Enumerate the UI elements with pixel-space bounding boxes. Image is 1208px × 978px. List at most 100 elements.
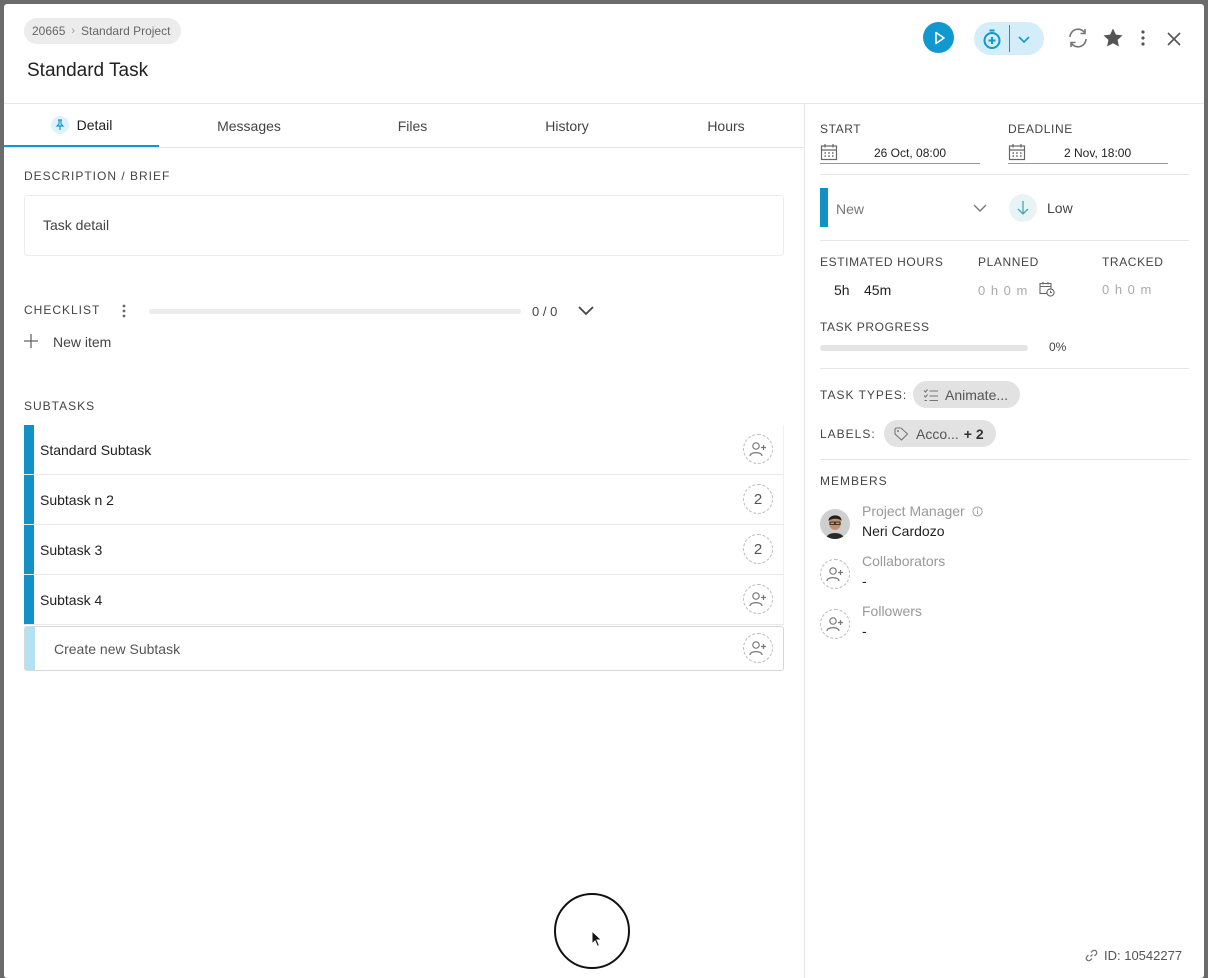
- add-collaborator-button[interactable]: [820, 559, 850, 589]
- tab-messages-label: Messages: [217, 118, 281, 134]
- task-progress-bar: [820, 345, 1028, 351]
- refresh-button[interactable]: [1066, 26, 1090, 50]
- task-modal: 20665 › Standard Project Standard Task D…: [4, 4, 1204, 978]
- deadline-date-value: 2 Nov, 18:00: [1064, 145, 1132, 160]
- estimated-hours-label: ESTIMATED HOURS: [820, 255, 944, 269]
- calendar-icon: [1008, 144, 1026, 161]
- estimated-minutes-value[interactable]: 45m: [864, 282, 891, 298]
- subtask-row[interactable]: Standard Subtask: [24, 425, 784, 475]
- add-timer-icon[interactable]: [981, 28, 1003, 55]
- info-icon[interactable]: [972, 506, 983, 517]
- checklist-count: 0 / 0: [532, 304, 558, 319]
- play-button[interactable]: [923, 22, 954, 53]
- tracked-value: 0 h 0 m: [1102, 282, 1153, 297]
- tab-history[interactable]: History: [492, 104, 642, 148]
- task-type-value: Animate...: [945, 386, 1009, 403]
- assignee-count-badge[interactable]: 2: [743, 484, 773, 514]
- close-button[interactable]: [1164, 29, 1184, 49]
- subtask-list: Standard Subtask Subtask n 2 2 Subtask 3…: [24, 425, 784, 671]
- deadline-label: DEADLINE: [1008, 122, 1073, 136]
- subtask-name[interactable]: Subtask 4: [40, 592, 102, 608]
- refresh-icon: [1069, 28, 1087, 48]
- checklist-label: CHECKLIST: [24, 303, 101, 317]
- tab-files[interactable]: Files: [339, 104, 486, 148]
- description-label: DESCRIPTION / BRIEF: [24, 169, 171, 183]
- subtask-name[interactable]: Subtask n 2: [40, 492, 114, 508]
- add-user-icon: [826, 567, 843, 582]
- tab-messages[interactable]: Messages: [174, 104, 324, 148]
- kebab-menu-icon: [1141, 30, 1145, 46]
- chevron-down-icon[interactable]: [1016, 31, 1032, 52]
- tab-hours[interactable]: Hours: [651, 104, 801, 148]
- planned-value: 0 h 0 m: [978, 283, 1029, 298]
- avatar[interactable]: [820, 509, 850, 539]
- divider: [820, 368, 1189, 369]
- plus-icon: [24, 332, 38, 352]
- project-manager-role-label: Project Manager: [862, 503, 965, 519]
- assignee-count-badge[interactable]: 2: [743, 534, 773, 564]
- pin-icon: [50, 115, 69, 134]
- subtask-row[interactable]: Subtask 3 2: [24, 525, 784, 575]
- checklist-expand-button[interactable]: [577, 303, 595, 319]
- members-label: MEMBERS: [820, 474, 888, 488]
- kebab-menu-icon: [122, 304, 126, 318]
- add-assignee-button[interactable]: [743, 584, 773, 614]
- tab-hours-label: Hours: [707, 118, 745, 134]
- divider: [820, 240, 1189, 241]
- arrow-down-icon: [1009, 194, 1037, 222]
- page-title[interactable]: Standard Task: [27, 60, 148, 82]
- start-date-field[interactable]: 26 Oct, 08:00: [820, 142, 980, 164]
- label-value: Acco...: [916, 425, 959, 442]
- task-id[interactable]: ID: 10542277: [1085, 948, 1182, 963]
- add-user-icon: [826, 617, 843, 632]
- checklist-progress-bar: [149, 309, 521, 314]
- tab-detail[interactable]: Detail: [4, 104, 159, 147]
- breadcrumb-project-id[interactable]: 20665: [32, 24, 65, 38]
- create-subtask-input[interactable]: [54, 640, 704, 657]
- subtask-status-bar: [24, 525, 34, 574]
- task-type-chip[interactable]: Animate...: [913, 381, 1021, 408]
- checklist-icon: [923, 388, 939, 402]
- tab-bar: Detail Messages Files History Hours: [4, 104, 804, 148]
- followers-role: Followers: [862, 603, 922, 619]
- more-options-button[interactable]: [1135, 27, 1151, 49]
- start-date-value: 26 Oct, 08:00: [874, 145, 947, 160]
- status-color-bar: [820, 188, 828, 227]
- calendar-clock-icon[interactable]: [1039, 281, 1055, 302]
- add-assignee-button[interactable]: [743, 434, 773, 464]
- subtask-row[interactable]: Subtask 4: [24, 575, 784, 625]
- subtask-name[interactable]: Subtask 3: [40, 542, 102, 558]
- labels-chip[interactable]: Acco... + 2: [884, 420, 996, 447]
- create-subtask-row: [24, 626, 784, 671]
- checklist-menu-button[interactable]: [116, 302, 132, 320]
- estimated-hours-value[interactable]: 5h: [834, 282, 850, 298]
- link-icon: [1085, 949, 1098, 962]
- add-user-icon: [749, 592, 766, 607]
- favorite-button[interactable]: [1102, 27, 1124, 49]
- task-progress-label: TASK PROGRESS: [820, 320, 930, 334]
- play-icon: [934, 31, 945, 44]
- subtask-name[interactable]: Standard Subtask: [40, 442, 151, 458]
- priority-select[interactable]: Low: [1009, 194, 1073, 222]
- task-progress-value: 0%: [1049, 340, 1067, 354]
- planned-label: PLANNED: [978, 255, 1039, 269]
- checklist-new-item-button[interactable]: New item: [24, 332, 111, 352]
- subtasks-label: SUBTASKS: [24, 399, 96, 413]
- subtask-status-bar: [24, 475, 34, 524]
- subtask-row[interactable]: Subtask n 2 2: [24, 475, 784, 525]
- breadcrumb[interactable]: 20665 › Standard Project: [24, 18, 182, 44]
- task-types-label: TASK TYPES:: [820, 388, 908, 402]
- close-icon: [1167, 32, 1181, 46]
- add-follower-button[interactable]: [820, 609, 850, 639]
- mouse-pointer-icon: [591, 930, 603, 948]
- add-assignee-button[interactable]: [743, 633, 773, 663]
- tab-history-label: History: [545, 118, 589, 134]
- breadcrumb-project-name[interactable]: Standard Project: [81, 24, 170, 38]
- status-select[interactable]: New: [820, 188, 990, 227]
- description-box[interactable]: Task detail: [24, 195, 784, 256]
- deadline-date-field[interactable]: 2 Nov, 18:00: [1008, 142, 1168, 164]
- add-user-icon: [749, 641, 766, 656]
- chevron-down-icon: [578, 306, 594, 316]
- calendar-icon: [820, 144, 838, 161]
- labels-label: LABELS:: [820, 427, 876, 441]
